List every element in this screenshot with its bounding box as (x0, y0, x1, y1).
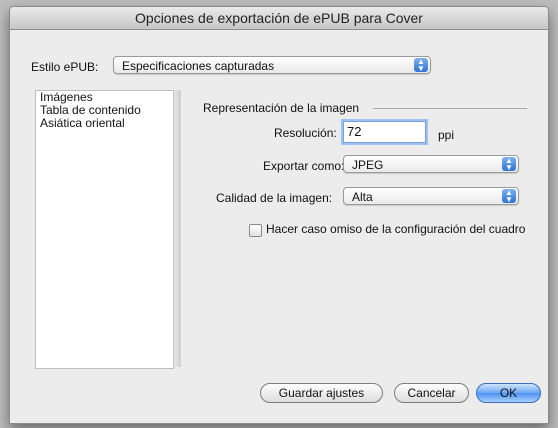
estilo-epub-select[interactable]: Especificaciones capturadas ▲ ▼ (113, 56, 431, 74)
cancel-button[interactable]: Cancelar (394, 383, 469, 403)
estilo-epub-value: Especificaciones capturadas (122, 59, 275, 73)
export-options-dialog: Opciones de exportación de ePUB para Cov… (9, 6, 549, 424)
exportar-como-value: JPEG (352, 158, 384, 172)
popup-arrows-icon: ▲ ▼ (502, 189, 516, 204)
calidad-select[interactable]: Alta ▲ ▼ (343, 187, 519, 205)
resolucion-label: Resolución: (274, 126, 337, 140)
popup-arrows-icon: ▲ ▼ (414, 58, 428, 73)
list-scrollbar[interactable] (173, 90, 181, 367)
section-divider (373, 108, 527, 109)
category-list: Imágenes Tabla de contenido Asiática ori… (35, 90, 174, 369)
sidebar-item-asiatica-oriental[interactable]: Asiática oriental (36, 117, 173, 130)
calidad-value: Alta (352, 190, 373, 204)
resolucion-unit: ppi (438, 128, 455, 142)
exportar-como-select[interactable]: JPEG ▲ ▼ (343, 155, 519, 173)
estilo-epub-label: Estilo ePUB: (31, 60, 99, 74)
ok-button[interactable]: OK (476, 383, 541, 403)
override-checkbox[interactable] (249, 224, 262, 237)
section-title: Representación de la imagen (203, 101, 360, 115)
save-settings-button[interactable]: Guardar ajustes (260, 383, 383, 403)
calidad-label: Calidad de la imagen: (216, 191, 333, 205)
exportar-como-label: Exportar como: (263, 159, 345, 173)
popup-arrows-icon: ▲ ▼ (502, 157, 516, 172)
dialog-title: Opciones de exportación de ePUB para Cov… (10, 7, 548, 30)
override-label: Hacer caso omiso de la configuración del… (266, 222, 526, 236)
resolucion-input[interactable]: 72 (343, 121, 426, 143)
